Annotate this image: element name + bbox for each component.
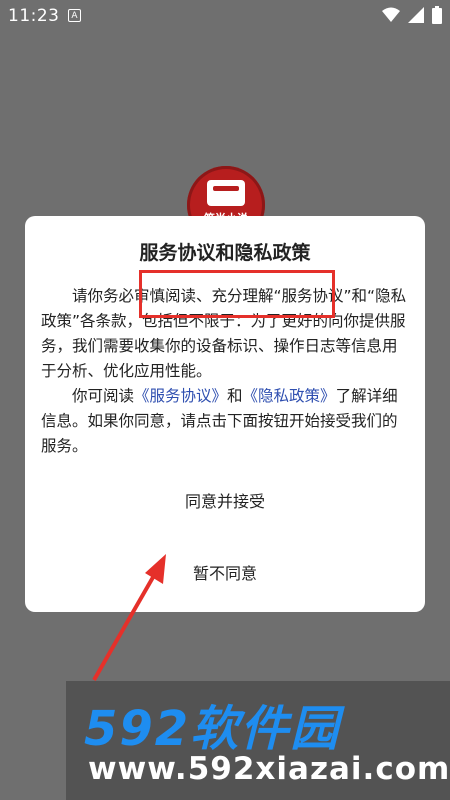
battery-icon	[432, 6, 442, 24]
para2-and: 和	[227, 387, 243, 405]
para2-prefix: 你可阅读	[72, 387, 135, 405]
accept-button[interactable]: 同意并接受	[25, 488, 425, 512]
signal-icon	[408, 7, 424, 23]
status-icons	[382, 6, 442, 24]
decline-button[interactable]: 暂不同意	[25, 560, 425, 584]
highlight-box	[139, 270, 335, 318]
privacy-policy-link[interactable]: 《隐私政策》	[243, 387, 336, 405]
watermark-url: www.592xiazai.com	[88, 751, 450, 787]
notification-a-icon: A	[68, 9, 81, 22]
dialog-paragraph-2: 你可阅读《服务协议》和《隐私政策》了解详细信息。如果你同意，请点击下面按钮开始接…	[41, 384, 409, 459]
wifi-icon	[382, 7, 400, 22]
watermark: 592软件园 www.592xiazai.com	[66, 681, 450, 800]
status-bar: 11:23 A	[0, 0, 450, 32]
watermark-brand: 592软件园	[84, 701, 341, 757]
book-icon	[207, 180, 245, 206]
dialog-title: 服务协议和隐私政策	[139, 242, 311, 264]
status-time: 11:23	[8, 6, 60, 26]
service-agreement-link[interactable]: 《服务协议》	[134, 387, 227, 405]
